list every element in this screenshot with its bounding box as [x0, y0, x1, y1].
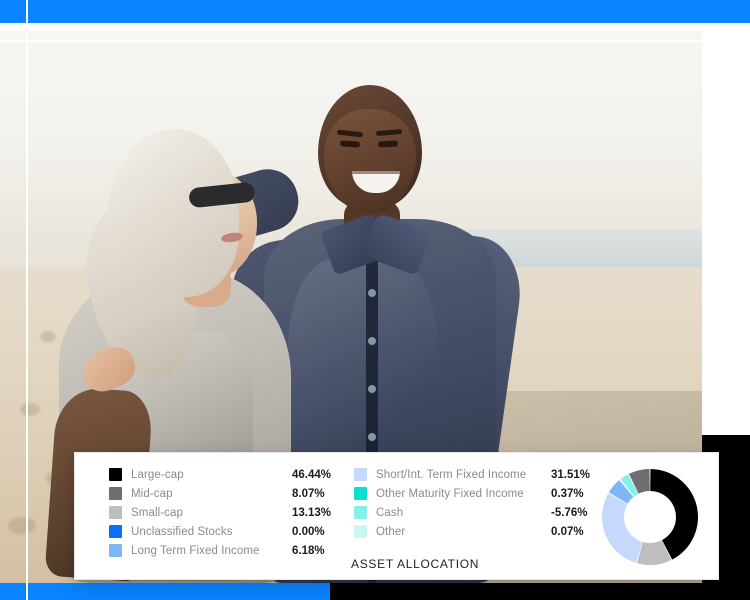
legend-label: Long Term Fixed Income: [131, 544, 260, 557]
legend-swatch-icon: [109, 525, 122, 538]
legend-item[interactable]: Mid-cap 8.07%: [109, 484, 354, 503]
asset-allocation-card: Large-cap 46.44% Mid-cap 8.07% Small-cap…: [74, 452, 719, 580]
card-title: ASSET ALLOCATION: [351, 557, 480, 571]
donut-hole: [624, 491, 676, 543]
legend-item[interactable]: Small-cap 13.13%: [109, 503, 354, 522]
legend-label: Other Maturity Fixed Income: [376, 487, 524, 500]
legend-swatch-icon: [109, 468, 122, 481]
footprint: [8, 517, 36, 534]
legend-value: 13.13%: [292, 506, 332, 519]
legend-column-right: Short/Int. Term Fixed Income 31.51% Othe…: [354, 465, 609, 560]
legend-label: Short/Int. Term Fixed Income: [376, 468, 527, 481]
shirt-button: [368, 385, 376, 393]
asset-allocation-donut-chart: [600, 467, 700, 567]
legend-label: Other: [376, 525, 406, 538]
shirt-button: [368, 337, 376, 345]
legend-value: 46.44%: [292, 468, 332, 481]
legend-label: Large-cap: [131, 468, 184, 481]
bottom-accent-band: [0, 583, 330, 600]
legend-item[interactable]: Short/Int. Term Fixed Income 31.51%: [354, 465, 609, 484]
shirt-button: [368, 433, 376, 441]
legend-label: Cash: [376, 506, 404, 519]
top-accent-banner: [0, 0, 750, 23]
legend-item[interactable]: Cash -5.76%: [354, 503, 609, 522]
bottom-band-gutter: [26, 583, 28, 600]
legend-swatch-icon: [109, 506, 122, 519]
photo-horizontal-guide: [0, 40, 702, 42]
legend-swatch-icon: [109, 544, 122, 557]
legend-label: Unclassified Stocks: [131, 525, 233, 538]
legend-swatch-icon: [354, 525, 367, 538]
legend-swatch-icon: [354, 487, 367, 500]
legend-swatch-icon: [354, 506, 367, 519]
legend-value: 8.07%: [292, 487, 325, 500]
shirt-button: [368, 289, 376, 297]
legend-item[interactable]: Long Term Fixed Income 6.18%: [109, 541, 354, 560]
legend-swatch-icon: [109, 487, 122, 500]
legend-swatch-icon: [354, 468, 367, 481]
legend-item[interactable]: Other Maturity Fixed Income 0.37%: [354, 484, 609, 503]
photo-vertical-guide: [26, 31, 28, 583]
legend-label: Mid-cap: [131, 487, 173, 500]
legend-label: Small-cap: [131, 506, 184, 519]
legend-item[interactable]: Large-cap 46.44%: [109, 465, 354, 484]
donut-svg: [601, 469, 699, 566]
legend-item[interactable]: Unclassified Stocks 0.00%: [109, 522, 354, 541]
man-eye-right: [377, 140, 399, 148]
woman-hair: [107, 129, 239, 297]
bottom-black-band: [330, 583, 750, 600]
banner-gutter: [26, 0, 28, 23]
legend-value: 0.00%: [292, 525, 325, 538]
screenshot-stage: Large-cap 46.44% Mid-cap 8.07% Small-cap…: [0, 0, 750, 600]
legend-value: 6.18%: [292, 544, 325, 557]
footprint: [20, 403, 40, 416]
legend-item[interactable]: Other 0.07%: [354, 522, 609, 541]
footprint: [40, 331, 56, 342]
legend-column-left: Large-cap 46.44% Mid-cap 8.07% Small-cap…: [109, 465, 354, 560]
legend: Large-cap 46.44% Mid-cap 8.07% Small-cap…: [109, 465, 629, 560]
